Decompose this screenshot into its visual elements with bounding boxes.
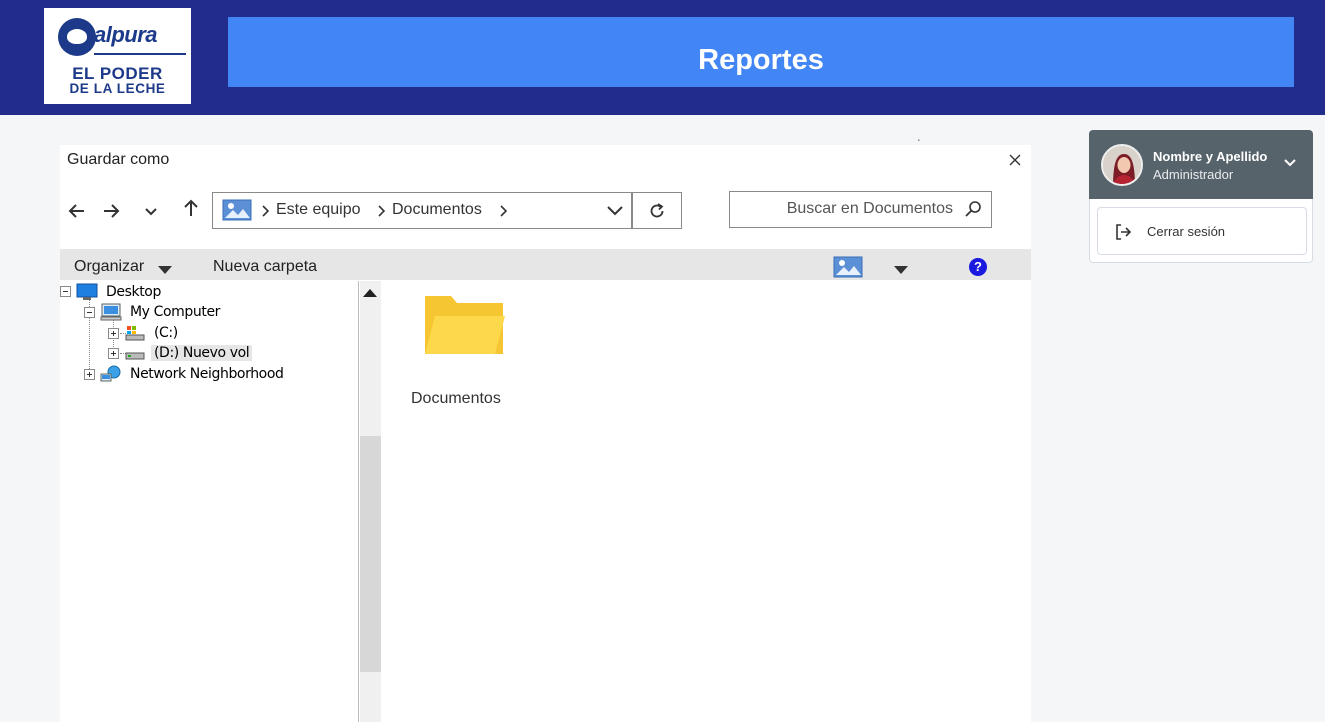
drive-d-icon (125, 352, 145, 360)
recent-chevron-down-icon[interactable] (140, 200, 162, 222)
refresh-icon (650, 203, 664, 218)
organize-caret-icon[interactable] (158, 266, 172, 274)
back-arrow-icon[interactable] (66, 200, 88, 222)
network-icon (100, 365, 121, 382)
save-as-dialog: Guardar como Este equipo Documentos Busc… (60, 145, 1031, 722)
folder-icon (425, 296, 505, 354)
expand-toggle[interactable] (108, 328, 119, 339)
folder-tree: Desktop My Computer (C:) (D:) Nuevo vol … (60, 281, 359, 722)
stray-mark: ˛ (918, 132, 921, 141)
address-dropdown-chevron-icon[interactable] (606, 203, 624, 219)
app-header: alpura EL PODER DE LA LECHE Reportes (0, 0, 1325, 115)
logo-tagline-2: DE LA LECHE (69, 81, 166, 96)
refresh-button[interactable] (632, 192, 682, 229)
search-placeholder: Buscar en Documentos (786, 200, 953, 217)
address-bar[interactable]: Este equipo Documentos (212, 192, 632, 229)
user-menu-toggle[interactable]: Nombre y Apellido Administrador (1089, 130, 1313, 199)
collapse-toggle[interactable] (60, 286, 71, 297)
file-view: Documentos (381, 281, 1031, 722)
alpura-logo[interactable]: alpura EL PODER DE LA LECHE (44, 8, 191, 104)
desktop-icon (76, 283, 98, 300)
scrollbar-thumb[interactable] (360, 436, 381, 672)
view-options-caret-icon[interactable] (894, 266, 908, 274)
dialog-toolbar: Organizar Nueva carpeta (60, 249, 1031, 280)
dialog-title: Guardar como (67, 151, 170, 168)
chevron-down-icon[interactable] (1283, 158, 1297, 168)
view-mode-icon[interactable] (833, 256, 863, 278)
breadcrumb-separator-icon (500, 205, 508, 217)
user-dropdown-menu: Cerrar sesión (1089, 199, 1313, 263)
logo-underline (94, 53, 186, 55)
forward-arrow-icon[interactable] (100, 200, 122, 222)
drive-c-icon (125, 326, 145, 341)
close-icon[interactable] (1006, 151, 1024, 169)
logo-brand-text: alpura (94, 22, 158, 47)
search-icon[interactable] (963, 199, 983, 219)
breadcrumb-separator-icon (378, 205, 386, 217)
search-input[interactable]: Buscar en Documentos (729, 191, 992, 228)
logout-button[interactable]: Cerrar sesión (1097, 207, 1307, 255)
user-avatar-icon (1103, 146, 1141, 184)
up-arrow-icon[interactable] (180, 197, 202, 219)
new-folder-button[interactable]: Nueva carpeta (213, 258, 317, 276)
logout-label: Cerrar sesión (1147, 224, 1226, 239)
computer-icon (100, 303, 122, 321)
cow-logo-icon (58, 18, 96, 56)
collapse-toggle[interactable] (84, 307, 95, 318)
breadcrumb-separator-icon (262, 205, 270, 217)
user-name: Nombre y Apellido (1153, 149, 1268, 164)
tree-scrollbar[interactable] (360, 281, 381, 722)
expand-toggle[interactable] (84, 369, 95, 380)
logo-brand-row: alpura (58, 18, 186, 56)
help-icon[interactable]: ? (969, 258, 987, 276)
scroll-up-arrow-icon[interactable] (363, 289, 377, 297)
title-banner: Reportes (228, 17, 1294, 87)
user-role: Administrador (1153, 167, 1234, 182)
organize-menu[interactable]: Organizar (74, 258, 144, 276)
pictures-location-icon (222, 199, 252, 221)
page-title: Reportes (698, 44, 824, 76)
expand-toggle[interactable] (108, 348, 119, 359)
avatar (1101, 144, 1143, 186)
logout-icon (1116, 224, 1132, 240)
file-name: Documentos (411, 390, 501, 407)
breadcrumb-este-equipo[interactable]: Este equipo (276, 201, 361, 219)
breadcrumb-documentos[interactable]: Documentos (392, 201, 482, 219)
